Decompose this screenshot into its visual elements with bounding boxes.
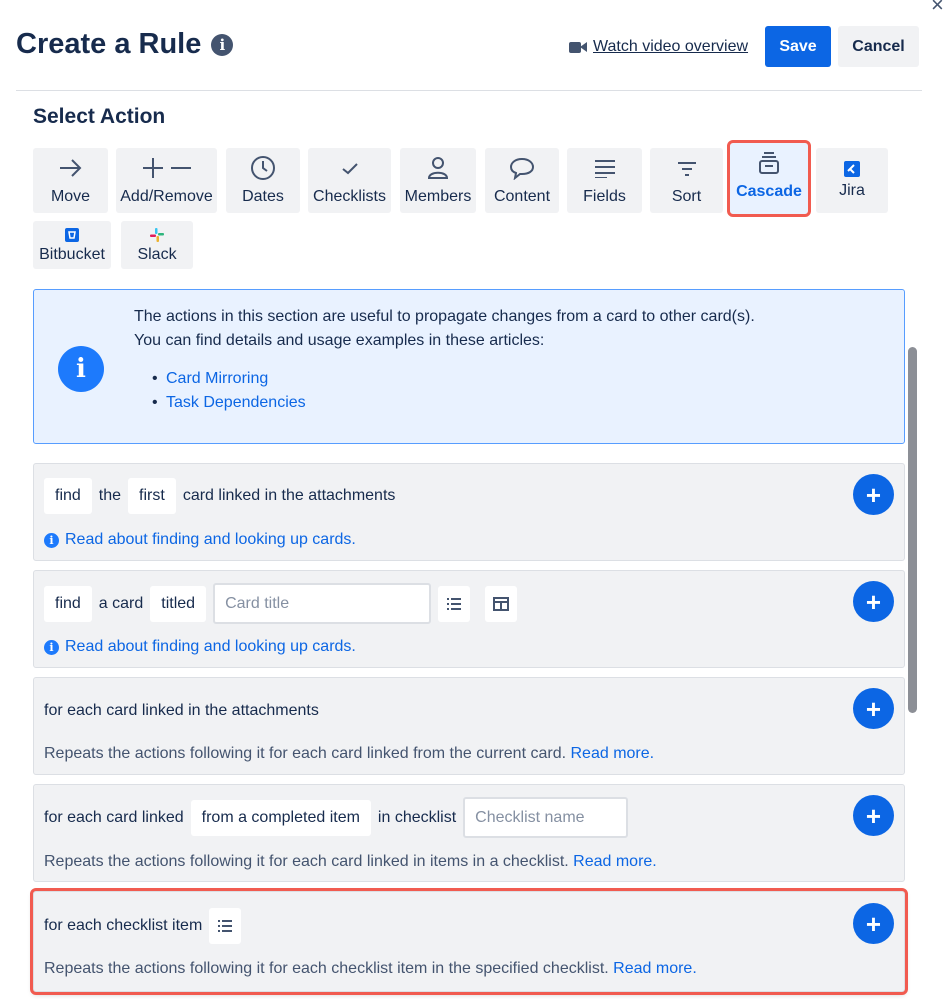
watch-video-link[interactable]: Watch video overview [569, 38, 748, 56]
first-dropdown[interactable]: first [128, 478, 176, 514]
checkmark-icon [340, 154, 360, 182]
header-divider [16, 90, 922, 91]
action-label: Slack [137, 246, 177, 263]
static-text: the [98, 487, 122, 504]
static-text: for each card linked [44, 808, 184, 826]
static-text: for each card linked in the attachments [44, 702, 319, 719]
find-dropdown[interactable]: find [44, 478, 92, 514]
add-action-button[interactable]: + [853, 795, 894, 836]
read-more-link[interactable]: Read more. [573, 853, 657, 870]
info-text-line: The actions in this section are useful t… [134, 308, 755, 325]
add-action-button[interactable]: + [853, 688, 894, 729]
rule-header: Create a Rule i Watch video overview Sav… [16, 24, 919, 70]
info-icon: i [44, 532, 59, 548]
action-label: Checklists [313, 188, 386, 205]
lines-icon [593, 154, 617, 182]
static-text: card linked in the attachments [182, 487, 396, 504]
card-mirroring-link[interactable]: Card Mirroring [152, 370, 268, 388]
plus-minus-icon [141, 154, 193, 182]
cascade-icon [758, 149, 780, 177]
checklist-icon[interactable] [209, 908, 242, 944]
info-icon[interactable]: i [211, 33, 234, 56]
find-dropdown[interactable]: find [44, 585, 92, 622]
action-members-button[interactable]: Members [400, 148, 476, 213]
action-label: Dates [242, 188, 284, 205]
clock-icon [250, 154, 276, 182]
list-icon[interactable] [438, 585, 471, 622]
action-label: Content [493, 188, 551, 205]
help-link[interactable]: i Read about finding and looking up card… [44, 638, 356, 656]
person-icon [426, 154, 450, 182]
action-jira-button[interactable]: Jira [816, 148, 888, 213]
info-icon: i [58, 346, 104, 392]
action-card-for-each-checklist-item: for each checklist item + Repeats the ac… [30, 888, 908, 995]
completed-item-dropdown[interactable]: from a completed item [190, 799, 371, 836]
slack-icon [150, 227, 164, 243]
cascade-info-box: i The actions in this section are useful… [33, 289, 905, 444]
scrollbar[interactable] [908, 347, 917, 713]
action-content-button[interactable]: Content [485, 148, 559, 213]
help-link[interactable]: i Read about finding and looking up card… [44, 531, 356, 549]
task-dependencies-link[interactable]: Task Dependencies [152, 394, 306, 412]
action-add-remove-button[interactable]: Add/Remove [116, 148, 217, 213]
page-title: Create a Rule i [16, 28, 234, 61]
help-link-label[interactable]: Read about finding and looking up cards. [65, 638, 356, 656]
arrow-right-icon [58, 154, 84, 182]
cancel-button[interactable]: Cancel [838, 26, 919, 67]
action-description: Repeats the actions following it for eac… [44, 960, 697, 978]
action-card-find-titled: find a card titled Card title + i Read a… [33, 570, 905, 668]
static-text: for each checklist item [44, 917, 203, 934]
page-title-text: Create a Rule [16, 28, 202, 60]
video-camera-icon [569, 41, 587, 53]
read-more-link[interactable]: Read more. [571, 745, 655, 762]
action-label: Sort [671, 188, 702, 205]
action-description: Repeats the actions following it for eac… [44, 853, 657, 871]
action-label: Move [50, 188, 91, 205]
action-label: Bitbucket [39, 246, 105, 263]
action-bitbucket-button[interactable]: Bitbucket [33, 221, 111, 269]
action-description: Repeats the actions following it for eac… [44, 745, 654, 763]
action-label: Fields [583, 188, 626, 205]
checklist-name-input[interactable]: Checklist name [463, 797, 629, 838]
action-card-for-each-checklist-linked: for each card linked from a completed it… [33, 784, 905, 882]
watch-video-label[interactable]: Watch video overview [593, 38, 748, 56]
action-sort-button[interactable]: Sort [650, 148, 723, 213]
action-fields-button[interactable]: Fields [567, 148, 642, 213]
static-text: a card [98, 594, 144, 612]
add-action-button[interactable]: + [853, 581, 894, 622]
action-label: Add/Remove [120, 188, 213, 205]
action-slack-button[interactable]: Slack [121, 221, 193, 269]
help-link-label[interactable]: Read about finding and looking up cards. [65, 531, 356, 549]
action-dates-button[interactable]: Dates [226, 148, 300, 213]
action-card-find-first: find the first card linked in the attach… [33, 463, 905, 561]
info-icon: i [44, 639, 59, 655]
add-action-button[interactable]: + [853, 903, 894, 944]
static-text: in checklist [377, 808, 457, 826]
filter-icon [676, 154, 698, 182]
description-text: Repeats the actions following it for eac… [44, 853, 569, 870]
titled-dropdown[interactable]: titled [150, 585, 207, 622]
close-icon[interactable]: × [931, 0, 947, 16]
bitbucket-icon [65, 227, 79, 243]
action-cascade-button[interactable]: Cascade [727, 140, 811, 217]
action-checklists-button[interactable]: Checklists [308, 148, 391, 213]
action-label: Cascade [736, 183, 802, 200]
speech-bubble-icon [509, 154, 535, 182]
section-title: Select Action [33, 105, 166, 128]
description-text: Repeats the actions following it for eac… [44, 960, 609, 977]
info-text-line: You can find details and usage examples … [134, 332, 545, 349]
action-label: Jira [839, 182, 865, 199]
save-button[interactable]: Save [765, 26, 831, 67]
description-text: Repeats the actions following it for eac… [44, 745, 567, 762]
action-move-button[interactable]: Move [33, 148, 108, 213]
read-more-link[interactable]: Read more. [613, 960, 697, 977]
jira-icon [844, 160, 860, 178]
card-title-input[interactable]: Card title [213, 583, 432, 624]
add-action-button[interactable]: + [853, 474, 894, 515]
action-label: Members [404, 188, 472, 205]
board-icon[interactable] [485, 585, 518, 622]
action-card-for-each-linked: for each card linked in the attachments … [33, 677, 905, 775]
